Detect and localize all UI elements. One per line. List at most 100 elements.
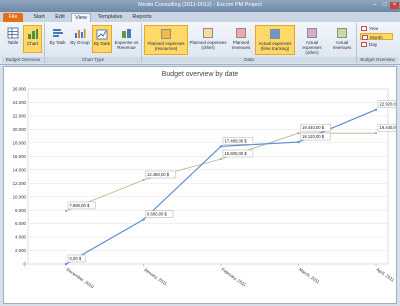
group-data: Planned expenses (resources) Planned exp… bbox=[142, 23, 357, 63]
group-label: Data bbox=[142, 57, 356, 63]
group-chart-type: By Task By Group By Date Expense vs Reve… bbox=[45, 23, 142, 63]
data-point-planned bbox=[297, 131, 300, 135]
toggle-actual-revenues[interactable]: Actual revenues bbox=[329, 25, 355, 55]
data-label: 15.600,00 $ bbox=[225, 151, 248, 156]
maximize-icon[interactable]: □ bbox=[380, 2, 389, 9]
period-day-button[interactable]: Day bbox=[360, 41, 393, 48]
group-label: Chart Type bbox=[45, 57, 141, 63]
calendar-icon bbox=[361, 26, 367, 31]
y-tick-label: 6.000 bbox=[15, 221, 27, 226]
calendar-chart-icon bbox=[96, 28, 108, 40]
y-tick-label: 14.000 bbox=[13, 167, 27, 172]
tab-reports[interactable]: Reports bbox=[130, 13, 154, 22]
by-date-button[interactable]: By Date bbox=[92, 25, 112, 53]
data-button-label: Actual expenses (other) bbox=[302, 40, 322, 55]
tab-start[interactable]: Start bbox=[30, 13, 48, 22]
x-tick-label: March, 2011 bbox=[298, 267, 321, 285]
table-icon bbox=[7, 27, 19, 39]
title-bar: Media Consulting (2011-0012) - Excom PM … bbox=[0, 0, 400, 12]
by-task-button[interactable]: By Task bbox=[47, 25, 68, 53]
y-tick-label: 8.000 bbox=[15, 208, 27, 213]
calendar-icon bbox=[362, 35, 368, 40]
color-swatch bbox=[236, 28, 246, 38]
period-month-label: Month bbox=[370, 35, 383, 40]
color-swatch bbox=[203, 28, 213, 38]
data-label: 22.920,00 $ bbox=[380, 102, 397, 107]
y-tick-label: 24.000 bbox=[13, 100, 27, 105]
data-button-label: Planned revenues bbox=[231, 40, 251, 50]
data-button-label: Planned expenses (resources) bbox=[147, 41, 185, 51]
data-label: 17.480,00 $ bbox=[225, 138, 248, 143]
data-label: 19.440,00 $ bbox=[302, 125, 325, 130]
toggle-actual-expenses-time-tracking[interactable]: Actual expenses (time tracking) bbox=[255, 25, 295, 55]
x-tick-label: December, 2010 bbox=[65, 267, 95, 290]
color-swatch bbox=[307, 28, 317, 38]
y-tick-label: 10.000 bbox=[13, 194, 27, 199]
toggle-planned-expenses-resources[interactable]: Planned expenses (resources) bbox=[144, 25, 188, 55]
group-label: Budget Overview bbox=[357, 57, 398, 63]
data-point-actual bbox=[297, 140, 300, 144]
y-tick-label: 26.000 bbox=[13, 87, 27, 92]
data-point-actual bbox=[142, 218, 145, 221]
calendar-icon bbox=[361, 42, 367, 47]
bar-chart-icon bbox=[27, 28, 39, 40]
ribbon: Table Chart Budget Overview By Task By G… bbox=[0, 22, 400, 65]
toggle-planned-expenses-other[interactable]: Planned expenses (other) bbox=[189, 25, 227, 55]
tab-edit[interactable]: Edit bbox=[52, 13, 68, 22]
data-label: 0,00 $ bbox=[70, 256, 82, 261]
data-point-actual bbox=[64, 262, 68, 266]
period-month-button[interactable]: Month bbox=[360, 33, 393, 40]
toggle-planned-revenues[interactable]: Planned revenues bbox=[228, 25, 254, 55]
toggle-actual-expenses-other[interactable]: Actual expenses (other) bbox=[296, 25, 328, 55]
by-date-label: By Date bbox=[93, 41, 111, 46]
task-chart-icon bbox=[52, 27, 64, 39]
by-group-button[interactable]: By Group bbox=[69, 25, 91, 53]
by-group-label: By Group bbox=[70, 40, 90, 45]
group-budget-overview: Table Chart Budget Overview bbox=[2, 23, 45, 63]
table-view-button[interactable]: Table bbox=[4, 25, 22, 53]
group-label: Budget Overview bbox=[2, 57, 44, 63]
data-label: 7.880,00 $ bbox=[70, 203, 90, 208]
expense-vs-revenue-label: Expense vs Revenue bbox=[114, 40, 139, 50]
budget-line-chart: 0 2.000 4.000 6.000 8.000 10.000 12.000 14.000 1… bbox=[13, 87, 397, 290]
y-tick-label: 18.000 bbox=[13, 140, 27, 145]
chart-panel: Budget overview by date 0 2.000 4.000 6.000… bbox=[3, 66, 397, 304]
data-label: 18.120,00 $ bbox=[302, 134, 325, 139]
group-chart-icon bbox=[74, 27, 86, 39]
x-tick-label: April, 2011 bbox=[375, 267, 395, 283]
group-period: Year Month Day Budget Overview bbox=[357, 23, 398, 63]
data-point-planned bbox=[374, 131, 378, 135]
data-label: 12.480,00 $ bbox=[147, 172, 170, 177]
data-point-actual bbox=[219, 145, 223, 148]
data-point-planned bbox=[219, 157, 223, 161]
y-tick-label: 20.000 bbox=[13, 127, 27, 132]
y-tick-label: 22.000 bbox=[13, 114, 27, 119]
x-tick-label: January, 2011 bbox=[143, 267, 169, 287]
data-button-label: Planned expenses (other) bbox=[189, 40, 227, 50]
app-window: Media Consulting (2011-0012) - Excom PM … bbox=[0, 0, 400, 306]
y-tick-label: 16.000 bbox=[13, 154, 27, 159]
period-day-label: Day bbox=[369, 42, 378, 47]
by-task-label: By Task bbox=[49, 40, 66, 45]
window-title: Media Consulting (2011-0012) - Excom PM … bbox=[138, 2, 262, 8]
color-swatch bbox=[337, 28, 347, 38]
chart-view-button[interactable]: Chart bbox=[23, 25, 42, 53]
data-button-label: Actual expenses (time tracking) bbox=[258, 41, 292, 51]
expense-vs-revenue-button[interactable]: Expense vs Revenue bbox=[113, 25, 140, 53]
y-tick-label: 4.000 bbox=[15, 235, 27, 240]
close-icon[interactable]: × bbox=[390, 2, 399, 9]
data-button-label: Actual revenues bbox=[332, 40, 352, 50]
minimize-icon[interactable]: – bbox=[370, 2, 379, 9]
y-tick-label: 12.000 bbox=[13, 181, 27, 186]
x-tick-label: February, 2011 bbox=[220, 267, 247, 288]
table-view-label: Table bbox=[7, 40, 19, 45]
period-year-label: Year bbox=[369, 26, 379, 31]
data-point-planned bbox=[142, 178, 145, 182]
file-menu[interactable]: File bbox=[3, 13, 23, 22]
data-label: 6.600,00 $ bbox=[147, 212, 167, 217]
data-label: 19.440,00 $ bbox=[380, 125, 397, 130]
chart-view-label: Chart bbox=[26, 41, 39, 46]
y-tick-label: 0 bbox=[24, 262, 27, 267]
tab-templates[interactable]: Templates bbox=[94, 13, 126, 22]
period-year-button[interactable]: Year bbox=[360, 25, 393, 32]
